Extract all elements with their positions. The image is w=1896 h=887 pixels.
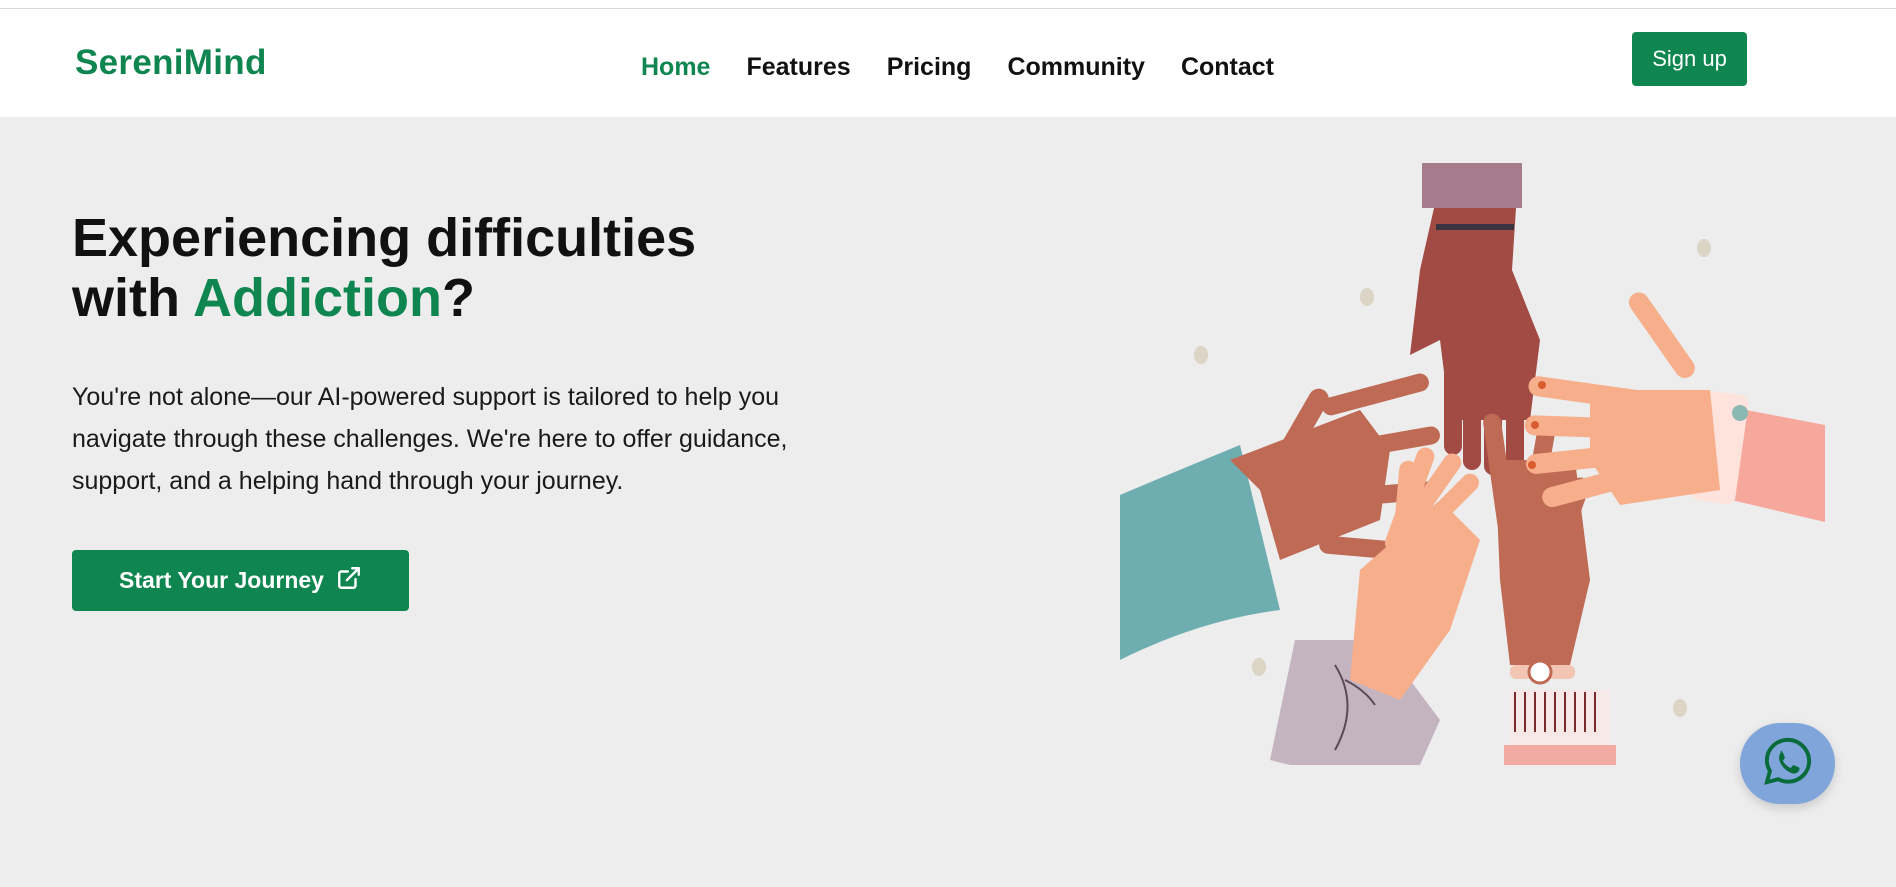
site-header: SereniMind Home Features Pricing Communi… [0,9,1896,117]
cta-label: Start Your Journey [119,567,324,593]
whatsapp-icon [1762,735,1814,792]
hero-title: Experiencing difficulties with Addiction… [72,208,832,328]
nav-contact[interactable]: Contact [1181,53,1274,82]
hero-title-line1: Experiencing difficulties [72,208,697,268]
hands-together-illustration [1120,160,1825,765]
external-link-icon [336,565,362,597]
whatsapp-chat-button[interactable] [1740,723,1835,804]
hero-title-prefix: with [72,268,193,328]
hero-title-accent: Addiction [192,268,442,328]
top-strip [0,0,1896,9]
signup-button[interactable]: Sign up [1632,32,1747,86]
nav-home[interactable]: Home [641,53,710,82]
hero-description: You're not alone—our AI-powered support … [72,383,788,495]
nav-community[interactable]: Community [1007,53,1145,82]
hero-title-suffix: ? [441,268,475,328]
nav-features[interactable]: Features [746,53,850,82]
nav-pricing[interactable]: Pricing [887,53,972,82]
start-journey-button[interactable]: Start Your Journey [72,550,409,611]
main-nav: Home Features Pricing Community Contact [641,53,1274,82]
brand-logo[interactable]: SereniMind [75,43,267,83]
